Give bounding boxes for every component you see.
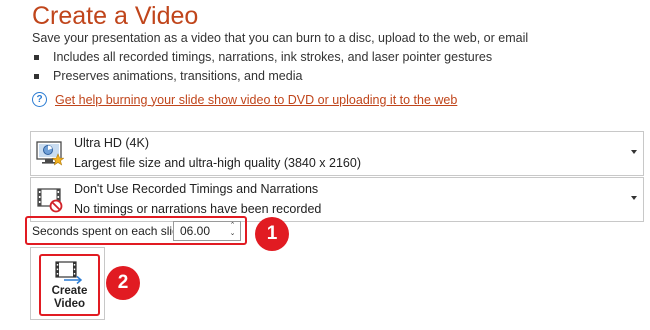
bullet-item: Preserves animations, transitions, and m…	[32, 69, 302, 83]
quality-title: Ultra HD (4K)	[74, 136, 150, 150]
seconds-per-slide-row: Seconds spent on each slide: 06.00 ⌃ ⌄	[25, 216, 247, 245]
seconds-stepper[interactable]: 06.00 ⌃ ⌄	[173, 221, 241, 241]
quality-subtitle: Largest file size and ultra-high quality…	[74, 156, 361, 170]
chevron-down-icon[interactable]	[631, 196, 637, 200]
create-video-label-line1: Create	[51, 285, 88, 297]
spin-up-icon[interactable]: ⌃	[228, 222, 237, 230]
seconds-value[interactable]: 06.00	[180, 224, 210, 238]
timings-subtitle: No timings or narrations have been recor…	[74, 202, 322, 216]
quality-dropdown[interactable]: Ultra HD (4K) Largest file size and ultr…	[30, 131, 644, 176]
bullet-square-icon	[34, 54, 39, 60]
help-row: ? Get help burning your slide show video…	[32, 92, 457, 107]
bullet-text: Includes all recorded timings, narration…	[53, 50, 493, 64]
ultra-hd-monitor-icon	[36, 141, 64, 166]
create-video-label: Create Video	[41, 285, 98, 311]
step-badge-1: 1	[255, 217, 289, 251]
bullet-square-icon	[34, 73, 39, 79]
timings-title: Don't Use Recorded Timings and Narration…	[74, 182, 319, 196]
step-badge-2: 2	[106, 266, 140, 300]
spin-down-icon[interactable]: ⌄	[228, 230, 237, 238]
description-text: Save your presentation as a video that y…	[32, 31, 529, 45]
create-video-button[interactable]: Create Video	[39, 254, 100, 316]
create-video-container: Create Video	[30, 247, 105, 320]
help-link[interactable]: Get help burning your slide show video t…	[55, 93, 457, 107]
page-title: Create a Video	[32, 2, 199, 30]
chevron-down-icon[interactable]	[631, 150, 637, 154]
no-timings-filmstrip-icon	[37, 188, 63, 213]
create-video-label-line2: Video	[53, 298, 86, 310]
spinner-arrows[interactable]: ⌃ ⌄	[228, 222, 237, 240]
question-mark-icon: ?	[32, 92, 47, 107]
bullet-item: Includes all recorded timings, narration…	[32, 50, 492, 64]
bullet-text: Preserves animations, transitions, and m…	[53, 69, 303, 83]
seconds-label: Seconds spent on each slide:	[32, 224, 189, 238]
create-video-icon	[55, 261, 83, 284]
